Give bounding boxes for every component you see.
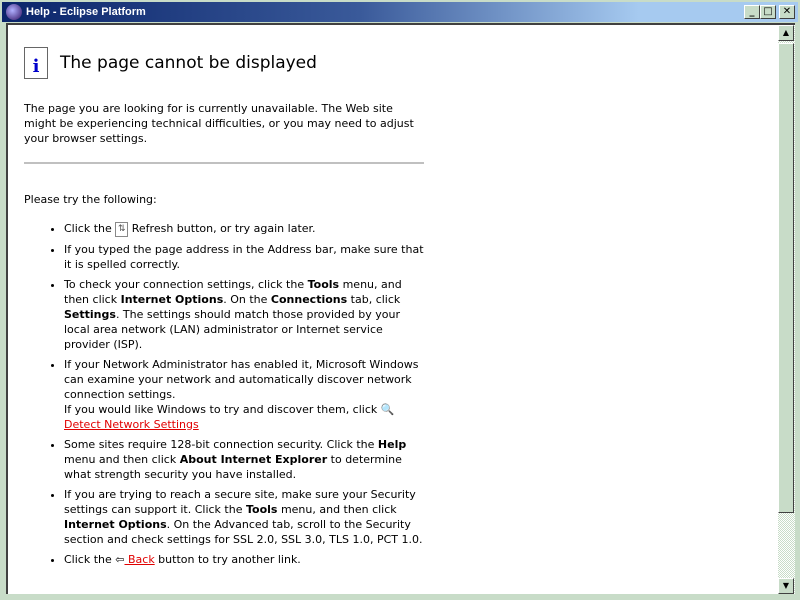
detect-network-icon: 🔍: [380, 402, 395, 416]
page-title: The page cannot be displayed: [60, 52, 317, 73]
window-title: Help - Eclipse Platform: [26, 6, 146, 18]
list-item: If you typed the page address in the Add…: [64, 242, 424, 272]
minimize-button[interactable]: _: [744, 5, 760, 19]
info-icon: i: [24, 47, 48, 79]
list-item: If your Network Administrator has enable…: [64, 357, 424, 432]
scrollbar-thumb[interactable]: [778, 43, 794, 513]
title-bar: Help - Eclipse Platform _ □ ✕: [2, 2, 798, 22]
divider: [24, 162, 424, 164]
try-label: Please try the following:: [24, 193, 157, 206]
list-item: Some sites require 128-bit connection se…: [64, 437, 424, 482]
list-item: If you are trying to reach a secure site…: [64, 487, 424, 547]
vertical-scrollbar[interactable]: ▲ ▼: [778, 23, 795, 594]
intro-text: The page you are looking for is currentl…: [24, 102, 414, 145]
detect-network-settings-link[interactable]: Detect Network Settings: [64, 418, 199, 431]
help-content: i The page cannot be displayed The page …: [6, 23, 778, 594]
list-item: Click the ⇅ Refresh button, or try again…: [64, 221, 424, 237]
scroll-down-button[interactable]: ▼: [778, 578, 794, 594]
list-item: Click the ⇦ Back button to try another l…: [64, 552, 424, 567]
list-item: To check your connection settings, click…: [64, 277, 424, 352]
maximize-button[interactable]: □: [760, 5, 776, 19]
eclipse-icon: [6, 4, 22, 20]
back-link[interactable]: Back: [124, 553, 155, 566]
close-button[interactable]: ✕: [779, 5, 795, 19]
refresh-icon: ⇅: [115, 221, 129, 237]
scroll-up-button[interactable]: ▲: [778, 25, 794, 41]
